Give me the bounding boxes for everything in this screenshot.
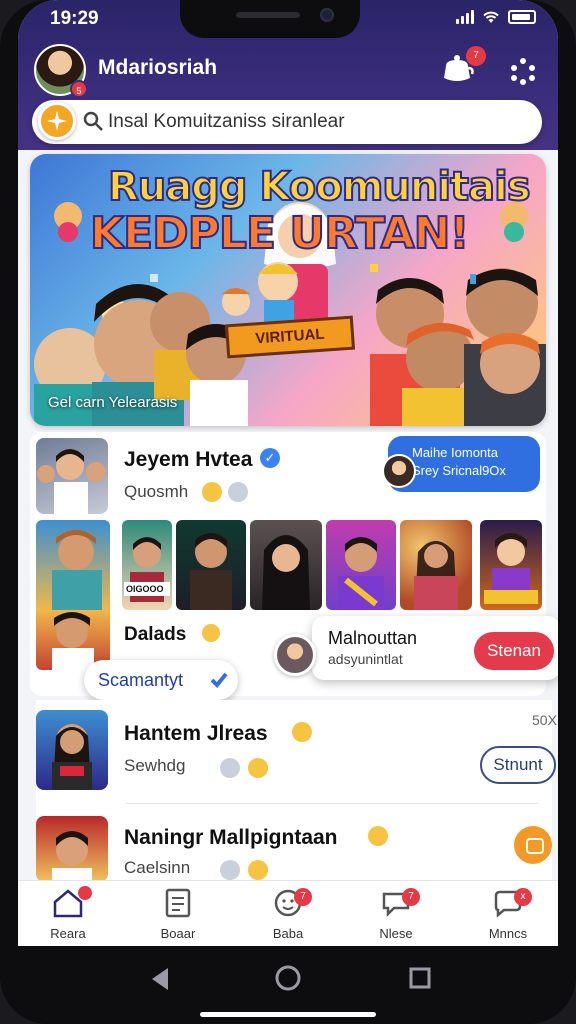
cloud-emoji-icon xyxy=(228,482,248,502)
nav-board[interactable]: Boaar xyxy=(138,888,218,946)
banner-title: Ruagg Koomunitais xyxy=(107,163,532,211)
community-banner[interactable]: Ruagg Koomunitais KEDPLE URTAN! VIRITUAL… xyxy=(30,154,546,426)
nav-badge: 7 xyxy=(294,888,312,906)
username: Mdariosriah xyxy=(98,56,218,79)
notch xyxy=(180,0,360,38)
back-icon[interactable] xyxy=(148,966,172,992)
reaction-icon xyxy=(202,624,220,642)
nav-label: Nlese xyxy=(379,926,413,941)
avatar-notification-badge: 5 xyxy=(70,80,88,98)
group-name-2[interactable]: Dalads xyxy=(124,624,186,646)
nav-chat[interactable]: Baba 7 xyxy=(248,888,328,946)
nav-messages[interactable]: Nlese 7 xyxy=(356,888,436,946)
bubble-line1: Maihe Iomonta xyxy=(412,445,498,460)
group-thumbnail[interactable] xyxy=(36,816,108,882)
spinner-icon xyxy=(220,758,240,778)
photo-portrait xyxy=(262,535,310,610)
group-subtitle-3: Sewhdg xyxy=(124,756,186,775)
smile-emoji-icon xyxy=(248,758,268,778)
join-group-button[interactable]: Stnunt xyxy=(480,746,556,784)
group-name[interactable]: Jeyem Hvtea xyxy=(124,448,252,472)
photo-people xyxy=(52,530,102,670)
home-button-icon[interactable] xyxy=(274,964,302,992)
front-camera xyxy=(320,8,334,22)
group-photo xyxy=(52,831,92,882)
heart-emoji-icon xyxy=(368,826,388,846)
status-icons xyxy=(456,10,536,24)
gallery-photo[interactable] xyxy=(250,520,322,610)
app-screen: 19:29 5 Mdariosriah 7 Insal Komuitzaniss… xyxy=(18,0,558,1024)
group-photo xyxy=(52,724,92,790)
banner-subtitle: KEDPLE URTAN! xyxy=(89,207,471,260)
photo-portrait xyxy=(414,539,458,610)
nav-home[interactable]: Reara xyxy=(28,886,108,946)
status-time: 19:29 xyxy=(50,8,99,29)
bubble-line2: Srey Sricnal9Ox xyxy=(412,463,506,478)
gallery-caption: OIGOOO xyxy=(126,584,164,594)
group-name-4[interactable]: Naningr Mallpigntaan xyxy=(124,826,338,850)
gallery-photo[interactable] xyxy=(36,520,110,670)
gallery-photo[interactable] xyxy=(480,520,542,610)
gallery-photo[interactable] xyxy=(400,520,472,610)
battery-icon xyxy=(508,10,536,24)
group-subtitle-4: Caelsinn xyxy=(124,858,191,877)
spinner-icon xyxy=(220,860,240,880)
dots-grid-icon[interactable] xyxy=(508,56,538,86)
search-icon xyxy=(83,111,103,131)
verified-icon: ✓ xyxy=(260,448,280,468)
nav-badge: x xyxy=(514,888,532,906)
photo-portrait xyxy=(190,533,232,610)
community-pill[interactable]: Scamantyt xyxy=(84,660,238,700)
gallery-photo[interactable]: OIGOOO xyxy=(122,520,172,610)
timestamp: 50X xyxy=(532,712,557,728)
photo-poster xyxy=(484,533,538,604)
gallery-photo[interactable] xyxy=(176,520,246,610)
popup-subtitle: adsyunintlat xyxy=(328,651,403,667)
speaker xyxy=(236,12,300,18)
wifi-icon xyxy=(483,11,499,23)
gallery-photo[interactable] xyxy=(326,520,396,610)
nav-label: Baba xyxy=(272,926,304,941)
smile-emoji-icon xyxy=(248,860,268,880)
sparkle-icon xyxy=(47,111,67,131)
sparkle-check-icon xyxy=(210,672,228,688)
photo-portrait xyxy=(124,537,170,602)
board-icon xyxy=(165,888,191,918)
join-button[interactable]: Stenan xyxy=(474,632,554,670)
popup-title: Malnouttan xyxy=(328,628,418,648)
notification-badge: 7 xyxy=(466,46,486,66)
recents-icon[interactable] xyxy=(408,966,432,990)
signal-icon xyxy=(456,10,474,24)
group-name-3[interactable]: Hantem Jlreas xyxy=(124,722,268,746)
search-input[interactable] xyxy=(108,108,528,136)
divider xyxy=(126,803,538,804)
group-subtitle: Quosmh xyxy=(124,482,189,501)
home-indicator xyxy=(200,1012,376,1017)
nav-more[interactable]: Mnncs x xyxy=(468,888,548,946)
group-photo xyxy=(37,449,106,514)
nav-badge xyxy=(78,886,92,900)
popup-avatar xyxy=(274,634,316,676)
photo-portrait xyxy=(338,537,384,610)
bubble-avatar xyxy=(382,454,416,488)
nav-label: Mnncs xyxy=(488,926,528,941)
banner-caption: Gel carn Yelearasis xyxy=(48,394,178,411)
group-thumbnail[interactable] xyxy=(36,438,108,514)
smile-emoji-icon xyxy=(202,482,222,502)
nav-label: Boaar xyxy=(160,926,196,941)
nav-badge: 7 xyxy=(402,888,420,906)
pill-label: Scamantyt xyxy=(98,670,184,690)
heart-emoji-icon xyxy=(292,722,312,742)
group-thumbnail[interactable] xyxy=(36,710,108,790)
phone-frame: 19:29 5 Mdariosriah 7 Insal Komuitzaniss… xyxy=(0,0,576,1024)
app-logo[interactable] xyxy=(38,102,76,140)
share-button[interactable] xyxy=(514,826,552,864)
nav-label: Reara xyxy=(50,926,86,941)
